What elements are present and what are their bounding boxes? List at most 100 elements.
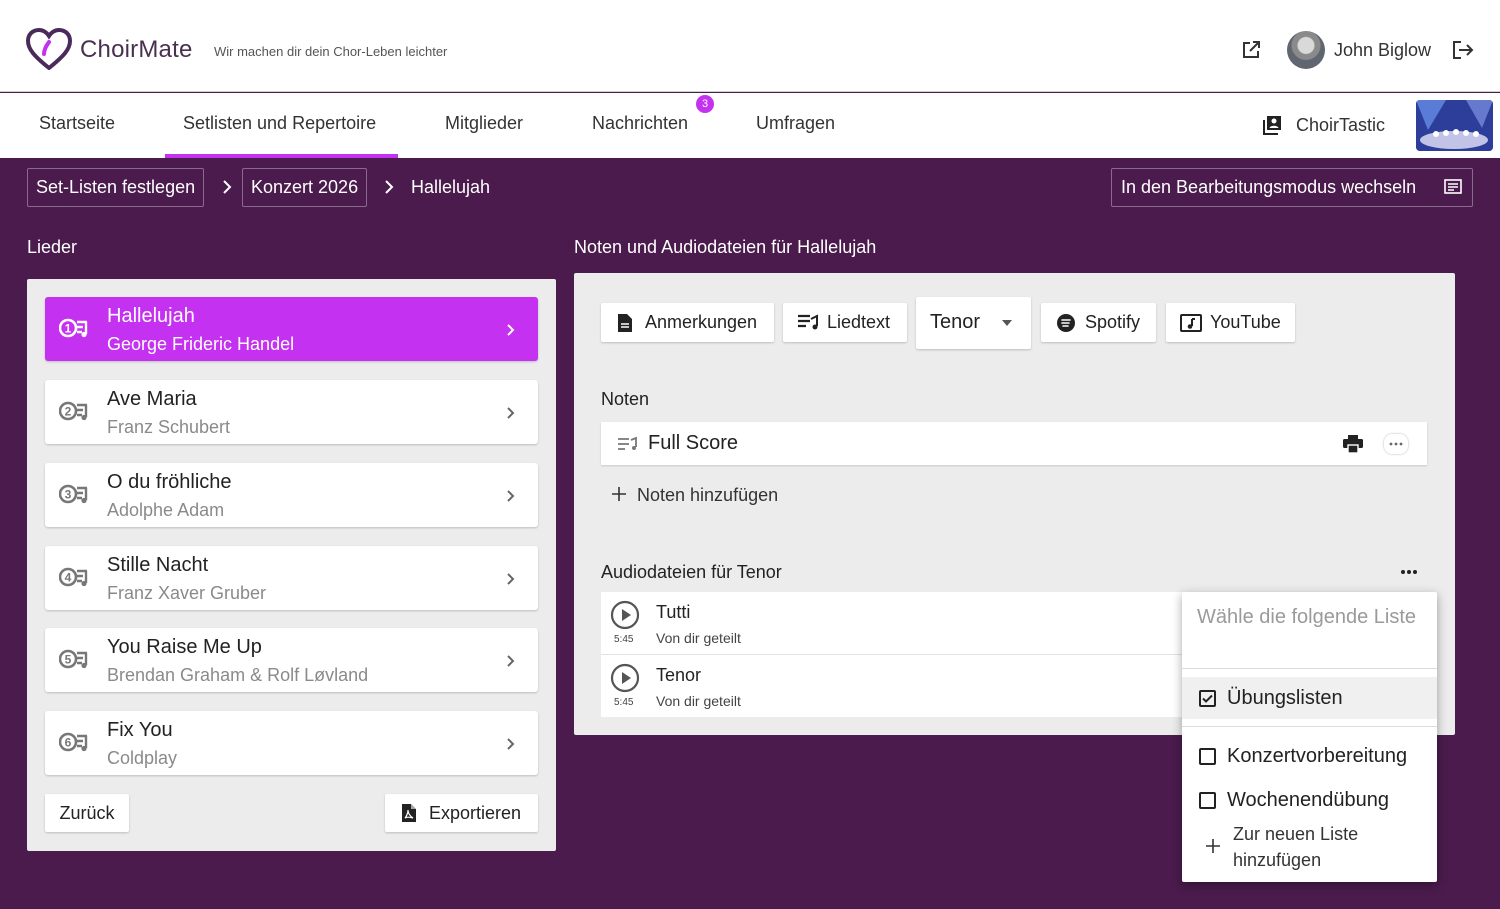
logout-icon[interactable] (1452, 40, 1474, 60)
svg-text:6: 6 (65, 736, 72, 750)
add-new-list-button[interactable]: Zur neuen Liste hinzufügen (1233, 821, 1413, 873)
checkbox-checked-icon[interactable] (1199, 690, 1216, 707)
audio-shared-status: Von dir geteilt (656, 630, 741, 646)
audio-more-options-icon[interactable] (1400, 569, 1418, 575)
svg-text:3: 3 (65, 488, 72, 502)
edit-mode-icon (1444, 179, 1462, 195)
song-number-6-icon: 6 (59, 730, 91, 754)
song-number-2-icon: 2 (59, 399, 91, 423)
checkbox-empty-icon[interactable] (1199, 748, 1216, 765)
heart-logo-icon[interactable] (26, 28, 72, 70)
svg-text:4: 4 (65, 571, 72, 585)
export-button[interactable]: Exportieren (385, 794, 538, 832)
add-list-icon (1206, 839, 1220, 853)
tab-setlisten[interactable]: Setlisten und Repertoire (183, 113, 376, 134)
song-composer: Adolphe Adam (107, 500, 225, 520)
lyrics-button[interactable]: Liedtext (783, 303, 907, 342)
svg-text:5: 5 (65, 653, 72, 667)
dropdown-arrow-icon (1002, 320, 1012, 326)
audio-row[interactable]: 5:45 Tenor Von dir geteilt (601, 655, 1191, 717)
add-score-link[interactable]: Noten hinzufügen (637, 485, 778, 506)
song-item-o-du-froehliche[interactable]: 3 O du fröhliche Adolphe Adam (45, 463, 538, 527)
add-to-list-menu: Wähle die folgende Liste Übungslisten Ko… (1182, 592, 1437, 882)
document-icon (618, 314, 632, 332)
chevron-right-icon (505, 571, 517, 587)
audio-row[interactable]: 5:45 Tutti Von dir geteilt (601, 592, 1191, 654)
menu-item-uebungslisten[interactable]: Übungslisten (1182, 677, 1437, 719)
breadcrumb-chevron-icon (383, 178, 395, 196)
song-number-5-icon: 5 (59, 647, 91, 671)
export-label: Exportieren (429, 803, 522, 823)
scores-heading: Noten (601, 389, 650, 409)
song-item-stille-nacht[interactable]: 4 Stille Nacht Franz Xaver Gruber (45, 546, 538, 610)
breadcrumb-concert[interactable]: Konzert 2026 (242, 168, 368, 207)
breadcrumb-current: Hallelujah (411, 177, 491, 197)
score-row[interactable]: Full Score (601, 422, 1427, 465)
app-tagline: Wir machen dir dein Chor-Leben leichter (214, 44, 448, 59)
tab-mitglieder[interactable]: Mitglieder (445, 113, 523, 134)
library-icon[interactable] (1262, 115, 1282, 135)
song-item-you-raise-me-up[interactable]: 5 You Raise Me Up Brendan Graham & Rolf … (45, 628, 538, 692)
spotify-button[interactable]: Spotify (1041, 303, 1156, 342)
open-external-icon[interactable] (1241, 40, 1261, 60)
menu-header: Wähle die folgende Liste (1197, 606, 1417, 628)
top-header: ChoirMate Wir machen dir dein Chor-Leben… (0, 0, 1500, 92)
tab-startseite[interactable]: Startseite (39, 113, 115, 134)
song-item-ave-maria[interactable]: 2 Ave Maria Franz Schubert (45, 380, 538, 444)
active-tab-indicator (165, 154, 398, 158)
user-name[interactable]: John Biglow (1334, 40, 1431, 61)
songs-panel: 1 Hallelujah George Frideric Handel 2 Av… (27, 279, 556, 851)
notes-label: Anmerkungen (645, 312, 758, 332)
tab-nachrichten[interactable]: Nachrichten (592, 113, 688, 134)
song-item-fix-you[interactable]: 6 Fix You Coldplay (45, 711, 538, 775)
song-number-4-icon: 4 (59, 565, 91, 589)
song-title: Stille Nacht (107, 554, 209, 576)
audio-duration: 5:45 (614, 634, 634, 645)
chevron-right-icon (505, 488, 517, 504)
play-icon[interactable] (610, 663, 640, 693)
edit-mode-label: In den Bearbeitungsmodus wechseln (1121, 177, 1417, 197)
audio-heading: Audiodateien für Tenor (601, 562, 782, 582)
youtube-button[interactable]: YouTube (1166, 303, 1295, 342)
checkbox-empty-icon[interactable] (1199, 792, 1216, 809)
audio-title: Tenor (656, 665, 702, 685)
user-avatar[interactable] (1287, 31, 1325, 69)
audio-shared-status: Von dir geteilt (656, 693, 741, 709)
app-name[interactable]: ChoirMate (80, 36, 193, 64)
tab-umfragen[interactable]: Umfragen (756, 113, 835, 134)
choir-name[interactable]: ChoirTastic (1296, 115, 1385, 136)
notes-button[interactable]: Anmerkungen (601, 303, 774, 342)
add-score-icon (612, 487, 626, 501)
song-composer: George Frideric Handel (107, 334, 295, 354)
pdf-file-icon (401, 803, 417, 823)
choir-photo[interactable] (1416, 100, 1493, 151)
svg-text:2: 2 (65, 405, 72, 419)
menu-item-konzertvorbereitung[interactable]: Konzertvorbereitung (1182, 735, 1437, 777)
back-button[interactable]: Zurück (45, 794, 129, 832)
print-icon[interactable] (1343, 435, 1363, 453)
music-video-icon (1180, 314, 1202, 332)
lyrics-icon (798, 314, 818, 330)
spotify-icon (1057, 314, 1075, 332)
score-name: Full Score (648, 432, 739, 454)
play-icon[interactable] (610, 600, 640, 630)
voice-select[interactable]: Tenor (916, 297, 1031, 349)
song-title: Hallelujah (107, 305, 195, 327)
audio-duration: 5:45 (614, 697, 634, 708)
song-composer: Brendan Graham & Rolf Løvland (107, 665, 369, 685)
svg-text:1: 1 (65, 322, 72, 336)
spotify-label: Spotify (1085, 312, 1141, 332)
song-composer: Franz Xaver Gruber (107, 583, 267, 603)
menu-divider (1182, 726, 1437, 727)
score-more-options-icon[interactable] (1384, 434, 1408, 454)
song-item-hallelujah[interactable]: 1 Hallelujah George Frideric Handel (45, 297, 538, 361)
song-composer: Franz Schubert (107, 417, 231, 437)
main-navigation: Startseite Setlisten und Repertoire Mitg… (0, 93, 1500, 158)
chevron-right-icon (505, 322, 517, 338)
song-title: Fix You (107, 719, 173, 741)
messages-count-badge: 3 (696, 95, 714, 113)
song-title: O du fröhliche (107, 471, 232, 493)
edit-mode-button[interactable]: In den Bearbeitungsmodus wechseln (1111, 168, 1473, 207)
menu-item-wochenendubung[interactable]: Wochenendübung (1182, 779, 1437, 821)
breadcrumb-setlists[interactable]: Set-Listen festlegen (27, 168, 205, 207)
